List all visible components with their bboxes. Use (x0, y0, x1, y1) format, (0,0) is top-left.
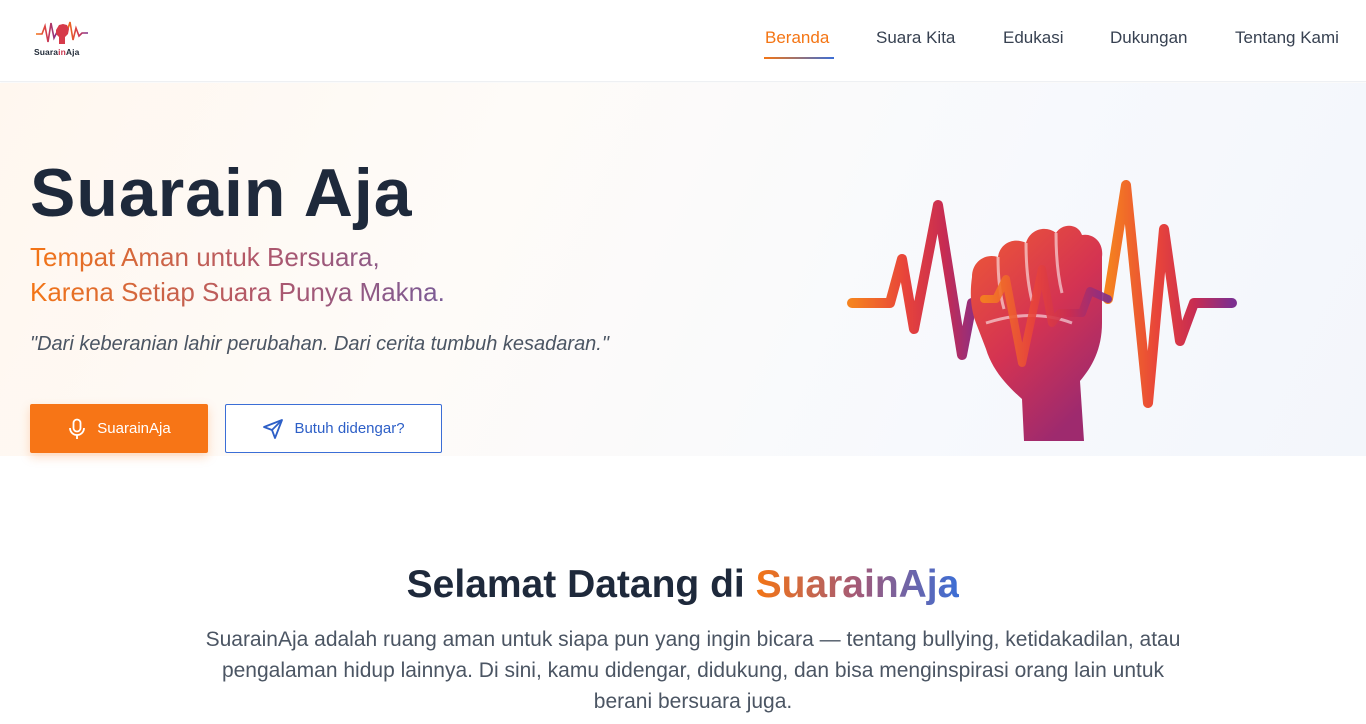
active-nav-underline (764, 57, 834, 59)
logo-text: SuarainAja (34, 47, 80, 57)
suarainaja-button-label: SuarainAja (97, 420, 171, 437)
welcome-title-brand: SuarainAja (755, 563, 960, 606)
navbar: SuarainAja Beranda Suara Kita Edukasi Du… (0, 0, 1366, 82)
hero-subtitle: Tempat Aman untuk Bersuara, Karena Setia… (30, 240, 445, 310)
butuh-didengar-button-label: Butuh didengar? (294, 420, 405, 437)
hero-title: Suarain Aja (30, 155, 413, 231)
nav-item-dukungan[interactable]: Dukungan (1110, 27, 1188, 49)
fist-heartbeat-logo-icon (36, 21, 88, 44)
hero-subtitle-line1: Tempat Aman untuk Bersuara, (30, 242, 380, 272)
welcome-title-prefix: Selamat Datang di (406, 563, 756, 606)
welcome-title: Selamat Datang di SuarainAja (0, 561, 1366, 609)
microphone-icon (69, 418, 86, 439)
nav-item-suara-kita[interactable]: Suara Kita (876, 27, 955, 49)
hero-quote: "Dari keberanian lahir perubahan. Dari c… (30, 333, 609, 355)
nav-item-beranda[interactable]: Beranda (765, 27, 829, 49)
butuh-didengar-button[interactable]: Butuh didengar? (225, 404, 442, 453)
nav-item-edukasi[interactable]: Edukasi (1003, 27, 1063, 49)
fist-heartbeat-illustration-icon (847, 180, 1237, 441)
send-icon (263, 418, 284, 439)
suarainaja-button[interactable]: SuarainAja (30, 404, 208, 453)
hero-section: Suarain Aja Tempat Aman untuk Bersuara, … (0, 83, 1366, 456)
welcome-body: SuarainAja adalah ruang aman untuk siapa… (205, 628, 1181, 713)
nav-item-tentang-kami[interactable]: Tentang Kami (1235, 27, 1339, 49)
hero-subtitle-line2: Karena Setiap Suara Punya Makna. (30, 277, 445, 307)
